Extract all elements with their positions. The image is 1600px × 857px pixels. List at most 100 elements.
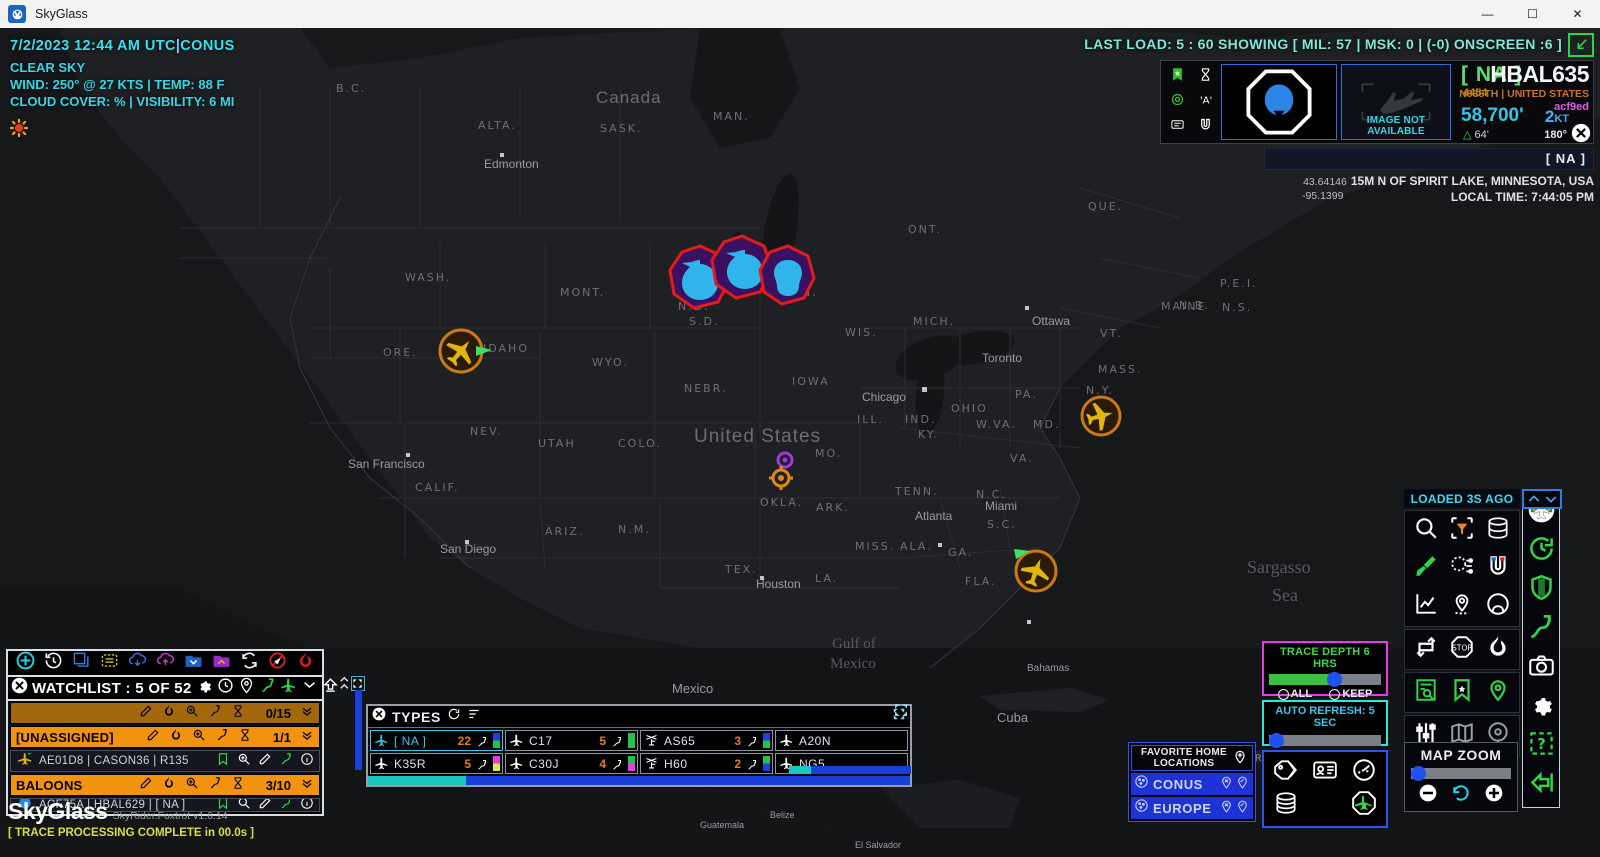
edit-icon[interactable] [139, 704, 153, 723]
plane-green-icon[interactable] [280, 677, 297, 699]
close-button[interactable]: ✕ [1555, 0, 1600, 28]
clock-refresh-icon[interactable] [217, 677, 234, 699]
map-pin-icon[interactable] [1485, 677, 1511, 708]
shield-icon[interactable] [1528, 574, 1555, 606]
fire-icon[interactable] [1485, 634, 1511, 665]
trace-depth-panel[interactable]: TRACE DEPTH 6 HRS ALL KEEP [1262, 641, 1388, 700]
type-cell[interactable]: K35R 5 [370, 753, 503, 774]
route-small-icon[interactable] [208, 776, 222, 795]
copy-icon[interactable] [72, 651, 91, 675]
auto-refresh-panel[interactable]: AUTO REFRESH: 5 SEC [1262, 700, 1388, 748]
database-icon[interactable] [1273, 790, 1299, 821]
info-icon[interactable] [300, 799, 314, 811]
delete-pin-icon[interactable] [1219, 774, 1234, 794]
edit-pin-icon[interactable] [1235, 774, 1250, 794]
edit-icon[interactable] [258, 752, 272, 771]
history-refresh-icon[interactable] [1528, 535, 1555, 567]
minimize-button[interactable]: — [1465, 0, 1510, 28]
type-cell[interactable]: H60 2 [640, 753, 773, 774]
aircraft-panel-expand-icon[interactable] [893, 702, 909, 718]
map-zoom-knob[interactable] [1411, 766, 1426, 781]
search-icon[interactable] [1413, 515, 1439, 546]
map-zoom-panel[interactable]: MAP ZOOM [1404, 742, 1518, 812]
type-cell[interactable]: C17 5 [505, 730, 638, 751]
favorite-row-conus[interactable]: CONUS [1131, 773, 1253, 795]
route-icon[interactable] [259, 677, 276, 699]
types-panel[interactable]: TYPES [ NA ] 22 C17 5 AS65 3 A20N K35R 5… [366, 704, 912, 787]
add-location-icon[interactable] [1232, 748, 1248, 769]
trace-option-keep[interactable]: KEEP [1329, 688, 1372, 700]
edit-icon[interactable] [139, 776, 153, 795]
route-small-icon[interactable] [611, 735, 623, 747]
route-green-icon[interactable] [1528, 613, 1555, 645]
bookmark-icon[interactable] [1170, 67, 1185, 87]
zoom-in-icon[interactable] [192, 728, 206, 747]
fire-small-icon[interactable] [169, 728, 183, 747]
sun-icon[interactable] [9, 118, 29, 138]
tag-icon[interactable] [1273, 757, 1299, 788]
route-small-icon[interactable] [746, 758, 758, 770]
plane-octagon-icon[interactable] [1351, 790, 1377, 821]
magnet-icon[interactable] [1198, 117, 1213, 137]
close-aircraft-card-icon[interactable] [1571, 123, 1591, 143]
route-small-icon[interactable] [476, 735, 488, 747]
edit-icon[interactable] [146, 728, 160, 747]
types-close-icon[interactable] [372, 707, 386, 726]
add-icon[interactable] [16, 651, 35, 675]
selected-aircraft-card[interactable]: 'A' IMAGE NOT AVAILABLE [NA] 4454 HBAL… [1160, 60, 1594, 144]
upload-arrow-icon[interactable] [322, 677, 339, 699]
watchlist-item-row[interactable]: AE01D8 | CASON36 | R135 [10, 750, 320, 772]
report-search-icon[interactable] [1413, 677, 1439, 708]
hourglass-small-icon[interactable] [231, 704, 245, 723]
folder-blue-icon[interactable] [184, 651, 203, 675]
zoom-in-button[interactable] [1484, 783, 1504, 808]
hourglass-small-icon[interactable] [231, 776, 245, 795]
hourglass-icon[interactable] [1198, 67, 1213, 87]
watchlist-close-icon[interactable] [11, 677, 28, 699]
favorite-locations-panel[interactable]: FAVORITE HOME LOCATIONS CONUS EUROPE [1128, 742, 1256, 822]
history-icon[interactable] [44, 651, 63, 675]
reset-rotation-button[interactable] [1451, 783, 1471, 808]
watchlist-group-row-balloons[interactable]: BALOONS 3/10 [10, 774, 320, 796]
fire-small-icon[interactable] [162, 776, 176, 795]
text-label-icon[interactable]: 'A' [1198, 92, 1213, 112]
folder-purple-icon[interactable] [212, 651, 231, 675]
target-icon[interactable] [1170, 92, 1185, 112]
radio-icon[interactable] [1277, 688, 1289, 700]
geo-pin-icon[interactable] [1449, 591, 1475, 622]
delete-pin-icon[interactable] [1219, 798, 1234, 818]
zoom-in-icon[interactable] [237, 752, 251, 771]
settings-gear-icon[interactable] [1528, 691, 1555, 723]
chevron-down-double-icon[interactable] [301, 677, 318, 699]
filter-icon[interactable] [1449, 515, 1475, 546]
loop-icon[interactable] [1413, 634, 1439, 665]
list-icon[interactable] [1170, 117, 1185, 137]
favorite-row-europe[interactable]: EUROPE [1131, 797, 1253, 819]
route-small-icon[interactable] [279, 752, 293, 771]
trace-option-all[interactable]: ALL [1277, 688, 1312, 700]
fullscreen-toggle-icon[interactable] [350, 675, 365, 691]
settings-gear-icon[interactable] [196, 677, 213, 699]
trace-slider-knob[interactable] [1327, 672, 1343, 687]
id-card-icon[interactable] [1312, 757, 1338, 788]
expand-chevron-icon[interactable] [300, 728, 314, 747]
watchlist-group-row[interactable]: 0/15 [10, 702, 320, 724]
type-cell[interactable]: C30J 4 [505, 753, 638, 774]
info-icon[interactable] [300, 752, 314, 771]
right-panel-collapse-button[interactable] [1522, 489, 1562, 509]
type-cell[interactable]: AS65 3 [640, 730, 773, 751]
camera-icon[interactable] [1528, 652, 1555, 684]
type-cell[interactable]: [ NA ] 22 [370, 730, 503, 751]
auto-refresh-knob[interactable] [1269, 733, 1284, 748]
route-small-icon[interactable] [476, 758, 488, 770]
cloud-download-icon[interactable] [128, 651, 147, 675]
zoom-in-icon[interactable] [185, 776, 199, 795]
zoom-in-icon[interactable] [185, 704, 199, 723]
type-cell[interactable]: A20N [775, 730, 908, 751]
route-small-icon[interactable] [215, 728, 229, 747]
fire-icon[interactable] [296, 651, 315, 675]
fire-small-icon[interactable] [162, 704, 176, 723]
route-small-icon[interactable] [279, 799, 293, 811]
settings-plane-icon[interactable] [1449, 553, 1475, 584]
bookmark-star-icon[interactable] [1449, 677, 1475, 708]
